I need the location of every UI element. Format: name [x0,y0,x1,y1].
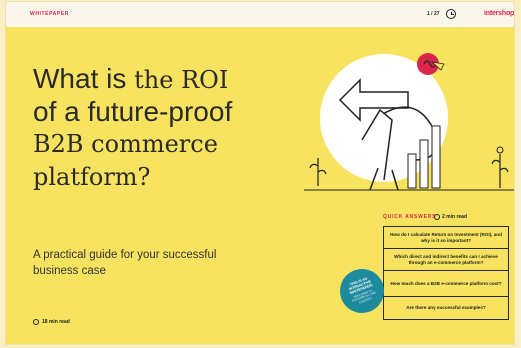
read-time-label: 18 min read [42,319,70,325]
quick-answer-examples[interactable]: Are there any successful examples? [384,297,508,319]
title-part-3: of a future-proof [33,96,233,127]
clock-icon[interactable] [446,9,456,19]
title-part-1: What is [33,63,135,94]
quick-answers-list: How do I calculate Return on Investment … [383,226,509,320]
hero-illustration [304,53,514,191]
clock-icon [434,214,440,220]
interactive-badge: THIS IS AN INTERACTIVE WHITEPAPER! FEEL … [333,262,391,320]
quick-answer-benefits[interactable]: Which direct and indirect benefits can I… [384,249,508,271]
quick-answer-cost[interactable]: How much does a B2B e-commerce platform … [384,271,508,297]
title-part-5: platform? [33,163,151,191]
quick-answers-heading: QUICK ANSWERS [383,214,437,220]
clock-icon [33,319,39,325]
whitepaper-page: WHITEPAPER 1 / 27 intershop What is the … [6,2,514,344]
page-indicator: 1 / 27 [427,11,440,17]
page-subtitle: A practical guide for your successful bu… [33,249,217,277]
title-part-4: B2B commerce [33,130,218,158]
quick-answer-roi[interactable]: How do I calculate Return on Investment … [384,227,508,249]
read-time: 18 min read [33,319,70,325]
doc-type-label: WHITEPAPER [30,11,69,17]
title-part-2: the ROI [134,66,229,94]
page-title: What is the ROI of a future-proof B2B co… [33,63,293,193]
quick-answers-time: 2 min read [434,214,467,220]
top-bar: WHITEPAPER 1 / 27 intershop [6,2,514,27]
quick-answers-time-label: 2 min read [442,214,468,220]
intershop-logo[interactable]: intershop [484,10,514,17]
